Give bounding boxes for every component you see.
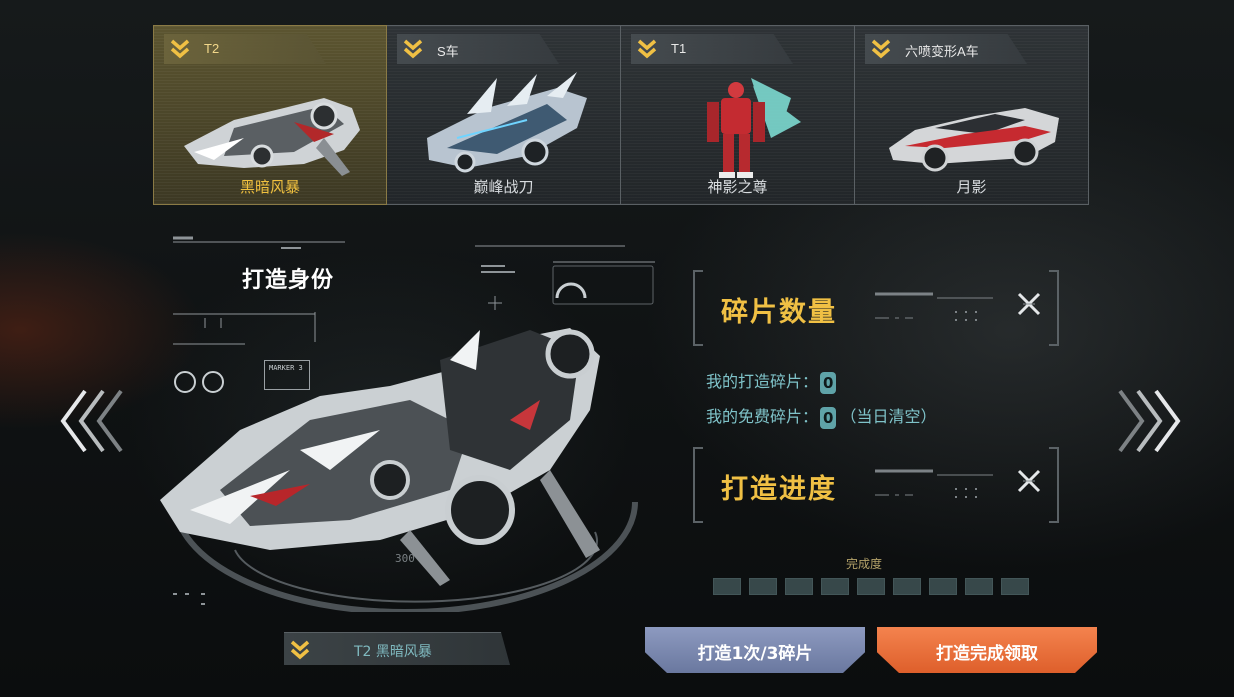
mecha-car-thumbnail <box>184 98 360 176</box>
tab-tag-label: T2 <box>204 41 220 56</box>
progress-segment <box>821 578 849 595</box>
panel-bracket-left <box>693 447 703 523</box>
arrow-right-icon[interactable] <box>1116 385 1186 457</box>
chevron-double-down-icon <box>403 39 423 59</box>
chevron-double-down-icon <box>637 39 657 59</box>
tab-name: 月影 <box>956 178 987 196</box>
panel-decoration <box>875 469 993 498</box>
progress-segment <box>713 578 741 595</box>
progress-segment <box>749 578 777 595</box>
progress-segment <box>1001 578 1029 595</box>
tab-tag: S车 <box>397 34 559 64</box>
close-x-icon[interactable] <box>1015 290 1043 318</box>
forge-progress-title: 打造进度 <box>721 474 837 505</box>
fragment-count-panel: 碎片数量 <box>693 270 1059 346</box>
claim-reward-button[interactable]: 打造完成领取 <box>877 627 1097 673</box>
daily-reset-note: （当日清空） <box>840 407 937 426</box>
panel-bracket-right <box>1049 447 1059 523</box>
forge-once-button[interactable]: 打造1次/3碎片 <box>645 627 865 673</box>
tab-tag: T1 <box>631 34 793 64</box>
tab-tag-label: T1 <box>671 41 687 56</box>
tab-moon-shadow[interactable]: 六喷变形A车 月影 <box>855 25 1089 205</box>
my-free-fragments: 我的免费碎片： 0 （当日清空） <box>706 403 936 429</box>
tab-tag-label: 六喷变形A车 <box>905 44 979 59</box>
progress-segment <box>893 578 921 595</box>
car-tabs: T2 黑暗风暴 S车 巅峰战刀 T1 神影之尊 六喷变形A车 月影 <box>153 25 1089 205</box>
panel-bracket-right <box>1049 270 1059 346</box>
close-x-icon[interactable] <box>1015 467 1043 495</box>
dark-storm-mecha-image <box>160 328 600 586</box>
current-vehicle-tag: T2 黑暗风暴 <box>284 632 510 665</box>
completion-progress-bar <box>713 578 1029 595</box>
forge-identity-title: 打造身份 <box>242 268 335 293</box>
chevron-double-down-icon <box>170 39 190 59</box>
forge-progress-panel: 打造进度 <box>693 447 1059 523</box>
tab-tag: 六喷变形A车 <box>865 34 1027 64</box>
robot-thumbnail <box>707 78 801 178</box>
claim-reward-label: 打造完成领取 <box>936 643 1038 664</box>
panel-decoration <box>875 292 993 321</box>
chevron-double-down-icon <box>290 640 310 660</box>
tab-name: 黑暗风暴 <box>239 178 300 196</box>
arrow-left-icon[interactable] <box>55 385 125 457</box>
tab-peak-blade[interactable]: S车 巅峰战刀 <box>387 25 621 205</box>
completion-label: 完成度 <box>846 557 883 571</box>
progress-segment <box>929 578 957 595</box>
tab-name: 神影之尊 <box>707 178 768 196</box>
my-free-fragments-label: 我的免费碎片： <box>706 407 819 426</box>
current-vehicle-label: T2 黑暗风暴 <box>354 644 432 660</box>
blade-car-thumbnail <box>427 72 587 173</box>
tab-tag-label: S车 <box>437 44 459 59</box>
my-free-fragments-value: 0 <box>820 406 837 429</box>
my-forge-fragments-label: 我的打造碎片： <box>706 372 819 391</box>
panel-bracket-left <box>693 270 703 346</box>
my-forge-fragments: 我的打造碎片： 0 <box>706 368 837 394</box>
progress-segment <box>785 578 813 595</box>
forge-once-label: 打造1次/3碎片 <box>697 643 813 664</box>
tab-divine-shadow[interactable]: T1 神影之尊 <box>621 25 855 205</box>
tab-dark-storm[interactable]: T2 黑暗风暴 <box>153 25 387 205</box>
chevron-double-down-icon <box>871 39 891 59</box>
progress-segment <box>857 578 885 595</box>
progress-segment <box>965 578 993 595</box>
tab-name: 巅峰战刀 <box>473 178 534 196</box>
fragment-count-title: 碎片数量 <box>721 297 837 328</box>
tab-tag: T2 <box>164 34 326 64</box>
my-forge-fragments-value: 0 <box>820 371 837 394</box>
sports-car-thumbnail <box>889 108 1059 172</box>
